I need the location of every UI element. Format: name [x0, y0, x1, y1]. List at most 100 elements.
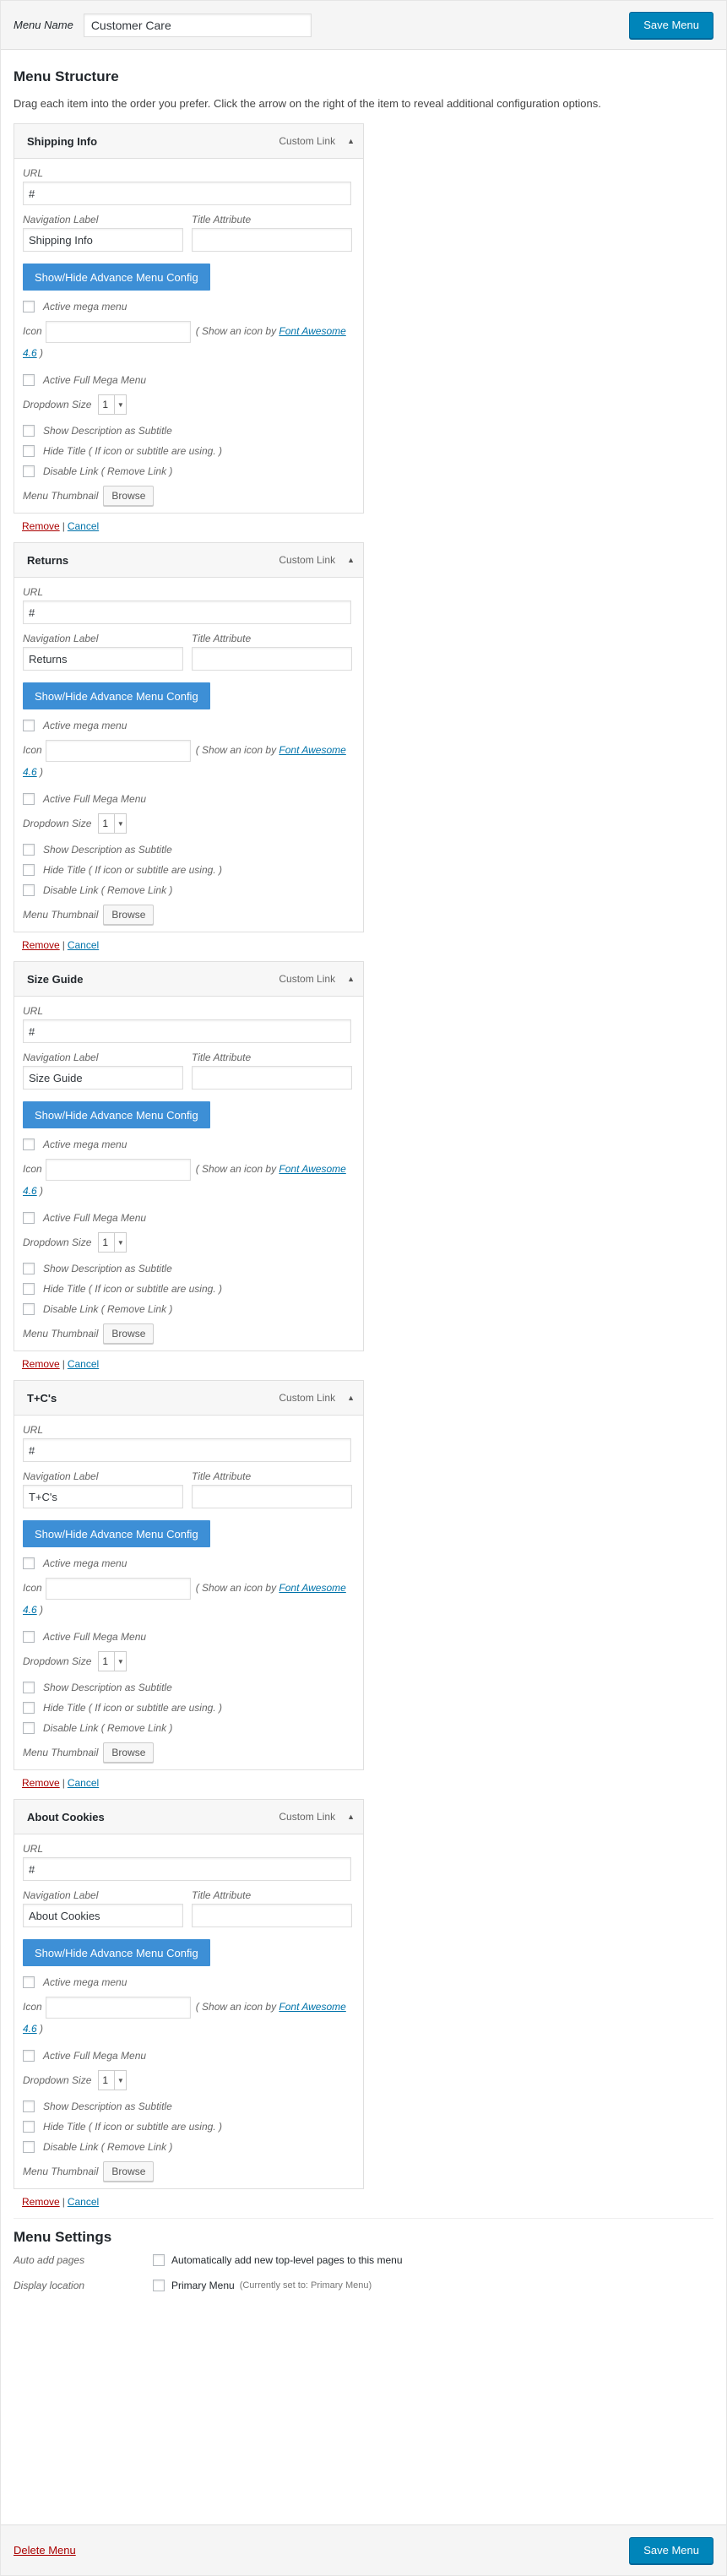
disable-link-checkbox[interactable] [23, 1722, 35, 1734]
cancel-link[interactable]: Cancel [68, 2196, 99, 2208]
remove-link[interactable]: Remove [22, 2196, 60, 2208]
show-desc-checkbox[interactable] [23, 425, 35, 437]
navigation-label-input[interactable] [23, 1904, 183, 1927]
cancel-link[interactable]: Cancel [68, 1358, 99, 1370]
title-attribute-input[interactable] [192, 228, 352, 252]
hide-title-checkbox[interactable] [23, 445, 35, 457]
navigation-label-input[interactable] [23, 647, 183, 671]
icon-input[interactable] [45, 321, 191, 343]
primary-menu-checkbox[interactable] [153, 2280, 165, 2291]
url-input[interactable] [23, 601, 351, 624]
url-input[interactable] [23, 1857, 351, 1881]
active-full-checkbox[interactable] [23, 2050, 35, 2062]
browse-button[interactable]: Browse [103, 486, 155, 506]
menu-header: Menu Name Save Menu [1, 1, 726, 50]
nav-label-col: Navigation Label [23, 633, 183, 671]
remove-link[interactable]: Remove [22, 520, 60, 532]
hide-title-checkbox[interactable] [23, 2121, 35, 2133]
disable-link-label: Disable Link ( Remove Link ) [43, 884, 173, 896]
navigation-label-input[interactable] [23, 1485, 183, 1508]
menu-item-handle[interactable]: About Cookies Custom Link ▲ [14, 1799, 364, 1834]
advance-config-button[interactable]: Show/Hide Advance Menu Config [23, 1101, 210, 1128]
menu-item-title: Returns [27, 553, 69, 567]
hide-title-row: Hide Title ( If icon or subtitle are usi… [23, 1283, 355, 1295]
collapse-arrow-icon[interactable]: ▲ [347, 1394, 355, 1402]
collapse-arrow-icon[interactable]: ▲ [347, 556, 355, 564]
url-input[interactable] [23, 1019, 351, 1043]
icon-input[interactable] [45, 1578, 191, 1600]
url-input[interactable] [23, 1438, 351, 1462]
active-mega-checkbox[interactable] [23, 1557, 35, 1569]
icon-input[interactable] [45, 740, 191, 762]
navigation-label-input[interactable] [23, 1066, 183, 1090]
show-desc-checkbox[interactable] [23, 1682, 35, 1693]
hide-title-checkbox[interactable] [23, 1702, 35, 1714]
show-desc-checkbox[interactable] [23, 2100, 35, 2112]
cancel-link[interactable]: Cancel [68, 939, 99, 951]
hide-title-checkbox[interactable] [23, 864, 35, 876]
delete-menu-link[interactable]: Delete Menu [14, 2544, 76, 2557]
disable-link-checkbox[interactable] [23, 2141, 35, 2153]
chevron-down-icon: ▼ [114, 814, 126, 833]
browse-button[interactable]: Browse [103, 1323, 155, 1344]
browse-button[interactable]: Browse [103, 2161, 155, 2182]
dropdown-size-select[interactable]: 1 ▼ [98, 1651, 127, 1671]
cancel-link[interactable]: Cancel [68, 1777, 99, 1789]
title-attribute-input[interactable] [192, 1904, 352, 1927]
menu-item-handle[interactable]: Shipping Info Custom Link ▲ [14, 123, 364, 159]
advance-config-button[interactable]: Show/Hide Advance Menu Config [23, 682, 210, 709]
dropdown-size-select[interactable]: 1 ▼ [98, 1232, 127, 1253]
collapse-arrow-icon[interactable]: ▲ [347, 1812, 355, 1821]
active-mega-checkbox[interactable] [23, 301, 35, 312]
browse-button[interactable]: Browse [103, 1742, 155, 1763]
active-full-checkbox[interactable] [23, 374, 35, 386]
save-menu-button-top[interactable]: Save Menu [629, 11, 713, 39]
thumbnail-row: Menu Thumbnail Browse [23, 1323, 355, 1344]
menu-item-controls: Custom Link ▲ [279, 135, 355, 147]
title-attribute-input[interactable] [192, 647, 352, 671]
collapse-arrow-icon[interactable]: ▲ [347, 975, 355, 983]
remove-link[interactable]: Remove [22, 939, 60, 951]
active-full-checkbox[interactable] [23, 793, 35, 805]
dropdown-size-select[interactable]: 1 ▼ [98, 394, 127, 415]
active-mega-checkbox[interactable] [23, 1976, 35, 1988]
advance-config-button[interactable]: Show/Hide Advance Menu Config [23, 1520, 210, 1547]
remove-link[interactable]: Remove [22, 1358, 60, 1370]
show-desc-checkbox[interactable] [23, 844, 35, 856]
hide-title-label: Hide Title ( If icon or subtitle are usi… [43, 1702, 222, 1714]
active-full-checkbox[interactable] [23, 1631, 35, 1643]
icon-hint: ( Show an icon by [195, 1582, 277, 1595]
navigation-label-label: Navigation Label [23, 1889, 99, 1901]
remove-link[interactable]: Remove [22, 1777, 60, 1789]
hide-title-checkbox[interactable] [23, 1283, 35, 1295]
active-mega-checkbox[interactable] [23, 720, 35, 731]
show-desc-checkbox[interactable] [23, 1263, 35, 1274]
collapse-arrow-icon[interactable]: ▲ [347, 137, 355, 145]
advance-config-button[interactable]: Show/Hide Advance Menu Config [23, 264, 210, 291]
auto-add-checkbox[interactable] [153, 2254, 165, 2266]
disable-link-checkbox[interactable] [23, 465, 35, 477]
menu-item-handle[interactable]: T+C's Custom Link ▲ [14, 1380, 364, 1416]
menu-name-label: Menu Name [14, 19, 73, 31]
disable-link-checkbox[interactable] [23, 884, 35, 896]
icon-input[interactable] [45, 1997, 191, 2019]
menu-item-handle[interactable]: Returns Custom Link ▲ [14, 542, 364, 578]
icon-input[interactable] [45, 1159, 191, 1181]
browse-button[interactable]: Browse [103, 905, 155, 925]
title-attribute-input[interactable] [192, 1066, 352, 1090]
dropdown-size-select[interactable]: 1 ▼ [98, 2070, 127, 2090]
navigation-label-input[interactable] [23, 228, 183, 252]
menu-item-controls: Custom Link ▲ [279, 1811, 355, 1823]
menu-name-input[interactable] [83, 13, 312, 37]
advance-config-button[interactable]: Show/Hide Advance Menu Config [23, 1939, 210, 1966]
save-menu-button-bottom[interactable]: Save Menu [629, 2536, 713, 2564]
active-mega-checkbox[interactable] [23, 1139, 35, 1150]
url-input[interactable] [23, 182, 351, 205]
disable-link-label: Disable Link ( Remove Link ) [43, 2141, 173, 2153]
menu-item-handle[interactable]: Size Guide Custom Link ▲ [14, 961, 364, 997]
title-attribute-input[interactable] [192, 1485, 352, 1508]
cancel-link[interactable]: Cancel [68, 520, 99, 532]
active-full-checkbox[interactable] [23, 1212, 35, 1224]
disable-link-checkbox[interactable] [23, 1303, 35, 1315]
dropdown-size-select[interactable]: 1 ▼ [98, 813, 127, 834]
